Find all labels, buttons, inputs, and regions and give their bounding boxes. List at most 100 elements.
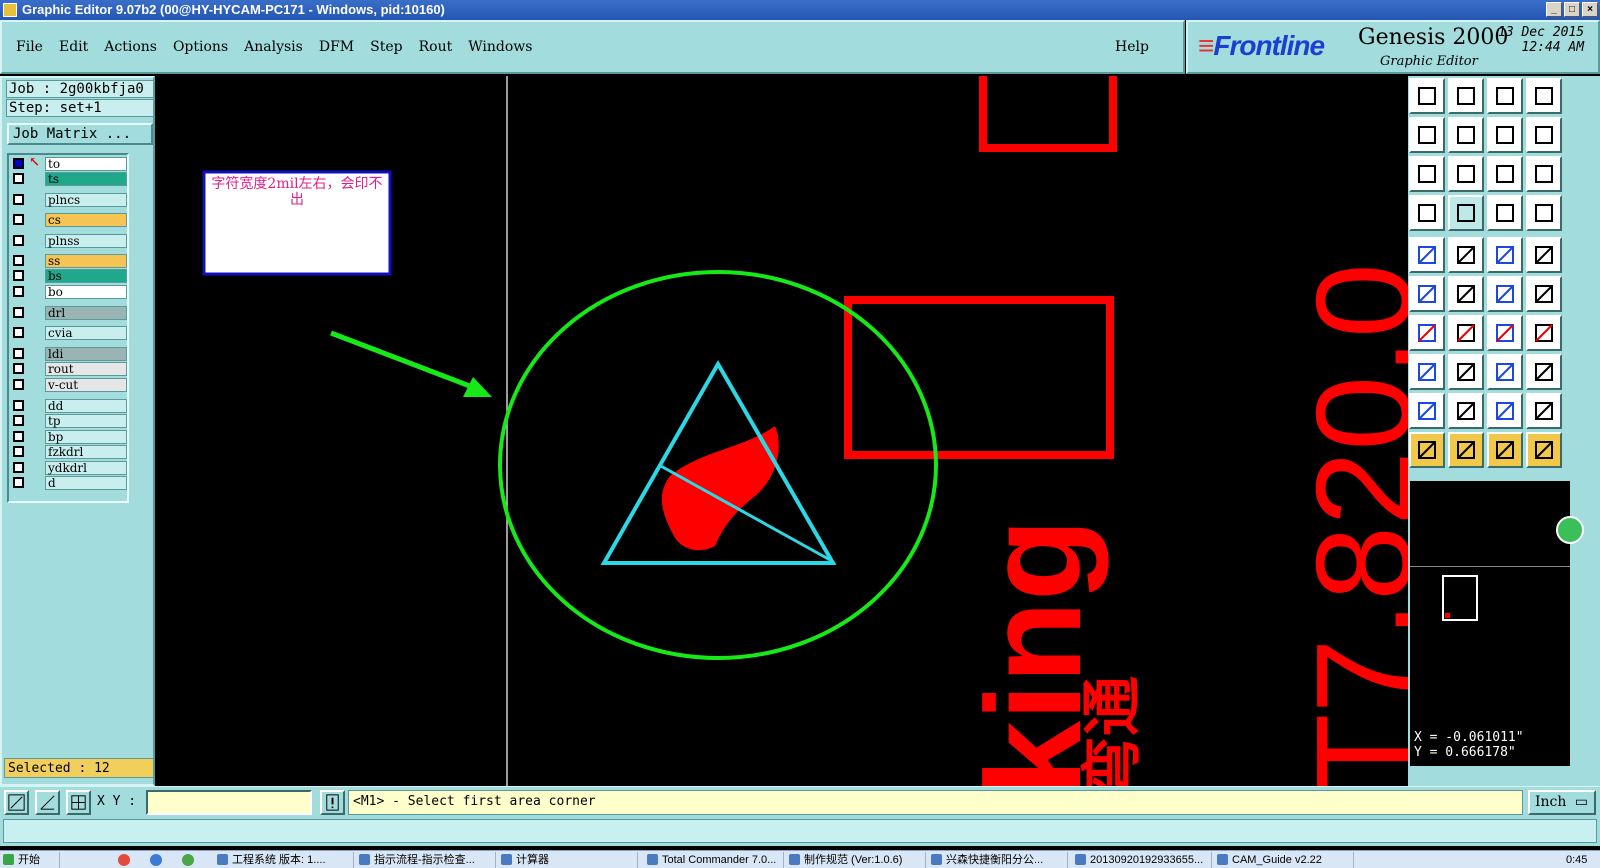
layer-checkbox[interactable] [13,255,24,266]
layer-checkbox[interactable] [13,173,24,184]
layer-row-cvia[interactable]: cvia [11,326,127,340]
layer-name[interactable]: ydkdrl [45,461,127,475]
overview-preview[interactable] [1410,566,1570,726]
layer-name[interactable]: fzkdrl [45,445,127,459]
layer-name[interactable]: plncs [45,193,127,207]
triangle-d-icon[interactable] [1526,393,1562,429]
units-dropdown[interactable]: Inch ▭ [1528,790,1596,815]
layer-name[interactable]: v-cut [45,378,127,392]
select-icon[interactable] [1409,432,1445,468]
measure-button[interactable] [35,790,60,815]
layer-checkbox[interactable] [13,431,24,442]
select-net-icon[interactable] [1526,432,1562,468]
layer-row-to[interactable]: to ↖ [11,155,127,171]
triangle-b-icon[interactable] [1448,393,1484,429]
layer-checkbox[interactable] [13,477,24,488]
layer-name[interactable]: ss [45,254,127,268]
pan-left-icon[interactable] [1409,117,1445,153]
task-6[interactable]: 兴森快捷衡阳分公... [928,852,1068,868]
resize-icon[interactable] [1487,354,1523,390]
layer-row-drl[interactable]: drl [11,306,127,320]
layer-checkbox[interactable] [13,400,24,411]
line-icon[interactable] [1448,237,1484,273]
mirror-icon[interactable] [1526,315,1562,351]
maximize-button[interactable]: □ [1564,2,1580,17]
layer-checkbox[interactable] [13,235,24,246]
menu-edit[interactable]: Edit [59,39,88,55]
task-7[interactable]: 20130920192933655... [1072,852,1212,868]
pin-icon[interactable] [1409,354,1445,390]
task-4[interactable]: Total Commander 7.0... [644,852,784,868]
layer-name[interactable]: rout [45,362,127,376]
menu-analysis[interactable]: Analysis [244,39,303,55]
layer-checkbox[interactable] [13,446,24,457]
triangle-c-icon[interactable] [1487,393,1523,429]
layer-row-v-cut[interactable]: v-cut [11,378,127,392]
route-icon[interactable] [1409,276,1445,312]
layer-row-bs[interactable]: bs [11,269,127,283]
menu-options[interactable]: Options [173,39,228,55]
frame-icon[interactable] [1526,78,1562,114]
menu-actions[interactable]: Actions [104,39,157,55]
layer-checkbox[interactable] [13,327,24,338]
grid-button[interactable] [66,790,91,815]
layer-row-ts[interactable]: ts [11,172,127,186]
close-button[interactable]: × [1582,2,1598,17]
pan-right-icon[interactable] [1448,117,1484,153]
fit-icon[interactable] [1409,156,1445,192]
graphic-canvas[interactable]: king T7.820.0 弯通 字符宽度2mil左右，会印不出 [155,76,1408,786]
grid-icon[interactable] [1448,195,1484,231]
zoom-area-button[interactable] [4,790,29,815]
layer-name[interactable]: bo [45,285,127,299]
pad-icon[interactable] [1409,237,1445,273]
alert-button[interactable] [320,790,345,815]
circle-icon[interactable] [1526,237,1562,273]
layer-row-bp[interactable]: bp [11,430,127,444]
layer-checkbox[interactable] [13,363,24,374]
task-3[interactable]: 计算器 [498,852,638,868]
layer-name[interactable]: cvia [45,326,127,340]
ruler-icon[interactable] [1487,237,1523,273]
layer-row-dd[interactable]: dd [11,399,127,413]
layer-checkbox[interactable] [13,286,24,297]
layer-row-tp[interactable]: tp [11,414,127,428]
layer-name[interactable]: bs [45,269,127,283]
rotate-icon[interactable] [1487,315,1523,351]
menu-dfm[interactable]: DFM [319,39,354,55]
help-icon[interactable] [1526,156,1562,192]
layer-name[interactable]: tp [45,414,127,428]
layer-name[interactable]: plnss [45,234,127,248]
menu-rout[interactable]: Rout [419,39,453,55]
slash-icon[interactable] [1448,315,1484,351]
layer-checkbox[interactable] [13,348,24,359]
select-area-icon[interactable] [1448,432,1484,468]
layer-name[interactable]: ts [45,172,127,186]
layer-checkbox[interactable] [13,415,24,426]
layer-row-bo[interactable]: bo [11,285,127,299]
triangle-a-icon[interactable] [1409,393,1445,429]
layer-row-ss[interactable]: ss [11,254,127,268]
task-5[interactable]: 制作规范 (Ver:1.0.6) [786,852,926,868]
cross-icon[interactable] [1448,276,1484,312]
start-button[interactable]: 开始 [0,852,60,868]
select-poly-icon[interactable] [1487,432,1523,468]
menu-windows[interactable]: Windows [468,39,532,55]
minimize-button[interactable]: _ [1546,2,1562,17]
app-icon[interactable] [182,854,194,866]
snap-point-icon[interactable] [1526,276,1562,312]
layer-name[interactable]: drl [45,306,127,320]
layer-row-plncs[interactable]: plncs [11,193,127,207]
menu-help[interactable]: Help [1115,39,1149,55]
layer-row-cs[interactable]: cs [11,213,127,227]
redraw-icon[interactable] [1526,117,1562,153]
zoom-icon[interactable] [1448,156,1484,192]
layer-checkbox[interactable] [13,214,24,225]
layer-name[interactable]: dd [45,399,127,413]
features-icon[interactable] [1409,195,1445,231]
job-matrix-button[interactable]: Job Matrix ... [7,123,153,145]
layer-row-ydkdrl[interactable]: ydkdrl [11,461,127,475]
layer-name[interactable]: cs [45,213,127,227]
layer-name[interactable]: to [45,157,127,171]
layer-checkbox[interactable] [13,158,24,169]
net-icon[interactable] [1526,195,1562,231]
